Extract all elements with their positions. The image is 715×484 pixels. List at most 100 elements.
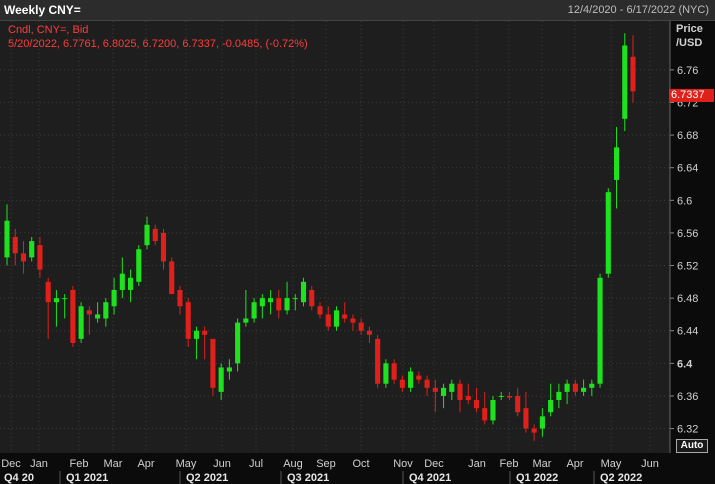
candle-body (597, 277, 603, 384)
candle-body (103, 302, 109, 319)
candle-body (226, 367, 232, 372)
candle-body (152, 228, 158, 242)
x-month-label: Mar (533, 458, 552, 470)
candle-body (127, 277, 134, 290)
x-month-label: Apr (566, 458, 583, 470)
x-month-label: Jan (30, 458, 48, 470)
candle-body (78, 306, 84, 339)
y-tick-label: 6.6 (677, 195, 692, 207)
candle-body (358, 322, 364, 331)
candle-body (235, 322, 241, 364)
x-month-label: Jun (641, 458, 659, 470)
candle-body (70, 289, 76, 343)
x-quarter-label: Q1 2021 (66, 472, 108, 484)
y-tick-label: 6.64 (677, 163, 698, 175)
x-quarter-label: Q3 2021 (287, 472, 329, 484)
candle-body (408, 371, 414, 388)
y-tick-label: 6.56 (677, 228, 698, 240)
x-quarter-label: Q2 2021 (186, 472, 228, 484)
candle-body (95, 314, 101, 319)
candle-body (556, 391, 562, 401)
x-month-label: Nov (393, 458, 413, 470)
candle-body (202, 330, 208, 335)
candle-body (375, 338, 381, 384)
candle-body (37, 245, 43, 270)
x-month-label: Jul (249, 458, 263, 470)
y-tick-label: 6.68 (677, 130, 698, 142)
price-axis-title-line1: Price (676, 23, 703, 35)
price-axis-title: Price /USD (676, 22, 703, 50)
y-tick-label: 6.36 (677, 391, 698, 403)
price-axis-title-line2: /USD (676, 37, 703, 49)
candle-body (523, 408, 529, 429)
x-month-label: Sep (316, 458, 336, 470)
y-tick-label: 6.4 (677, 358, 693, 370)
candle-body (449, 383, 455, 392)
auto-scale-button[interactable]: Auto (676, 439, 708, 453)
y-tick-label: 6.52 (677, 261, 698, 273)
candle-body (366, 330, 372, 335)
candle-body (622, 45, 628, 119)
candle-body (317, 306, 323, 315)
candle-body (119, 273, 125, 290)
candle-body (440, 387, 447, 396)
x-month-label: Oct (352, 458, 369, 470)
candle-body (498, 395, 504, 397)
x-quarter-label: Q4 20 (4, 472, 34, 484)
candle-body (29, 241, 35, 258)
candle-body (144, 224, 150, 246)
candle-body (210, 338, 216, 388)
candle-body (432, 387, 438, 392)
candle-body (399, 379, 405, 388)
candle-body (12, 237, 18, 254)
candle-body (515, 395, 521, 413)
candle-body (350, 318, 356, 323)
candle-body (531, 428, 537, 433)
candle-body (309, 289, 315, 307)
candle-body (572, 383, 578, 392)
candle-body (564, 383, 570, 392)
candle-body (160, 232, 167, 262)
y-tick-label: 6.32 (677, 424, 698, 436)
x-month-label: Feb (70, 458, 89, 470)
candle-body (424, 379, 430, 388)
candlestick-chart[interactable]: 6.32 6.36 6.4 6.44 6.48 6.52 6.56 6.6 6.64 6.68 6.… (0, 0, 715, 484)
candle-body (169, 261, 175, 295)
candle-body (292, 298, 298, 300)
candle-body (391, 363, 397, 380)
candle-body (383, 363, 389, 384)
candle-body (605, 192, 611, 274)
candle-body (53, 298, 59, 303)
x-month-label: Aug (283, 458, 303, 470)
legend-ohlc-values: 5/20/2022, 6.7761, 6.8025, 6.7200, 6.733… (8, 38, 308, 50)
y-tick-label: 6.44 (677, 326, 698, 338)
candle-body (20, 253, 27, 262)
candle-body (136, 249, 142, 282)
x-quarter-label: Q1 2022 (516, 472, 558, 484)
candle-body (62, 298, 68, 300)
legend-series: Cndl, CNY=, Bid (8, 24, 89, 36)
time-axis: Dec Jan Feb Mar Apr May Jun Jul Aug Sep Oct Nov Dec J… (0, 458, 715, 484)
candle-body (259, 298, 265, 307)
x-month-label: Feb (500, 458, 519, 470)
candle-body (276, 298, 282, 311)
x-month-label: May (176, 458, 197, 470)
candle-body (251, 302, 257, 319)
last-price-label: 6.7337 (669, 89, 714, 102)
candle-body (465, 395, 471, 401)
candle-body (548, 400, 554, 413)
candle-body (86, 310, 92, 315)
candle-body (268, 298, 274, 303)
candle-body (457, 383, 463, 401)
candle-body (490, 400, 496, 421)
x-month-label: May (601, 458, 622, 470)
candle-body (177, 289, 183, 307)
x-month-label: Apr (137, 458, 154, 470)
y-tick-label: 6.48 (677, 293, 698, 305)
price-axis: 6.32 6.36 6.4 6.44 6.48 6.52 6.56 6.6 6.64 6.68 6.… (669, 21, 698, 453)
candle-body (539, 416, 545, 429)
x-month-label: Mar (104, 458, 123, 470)
x-quarter-label: Q4 2021 (409, 472, 451, 484)
candle-body (111, 289, 117, 307)
candle-body (473, 400, 480, 409)
